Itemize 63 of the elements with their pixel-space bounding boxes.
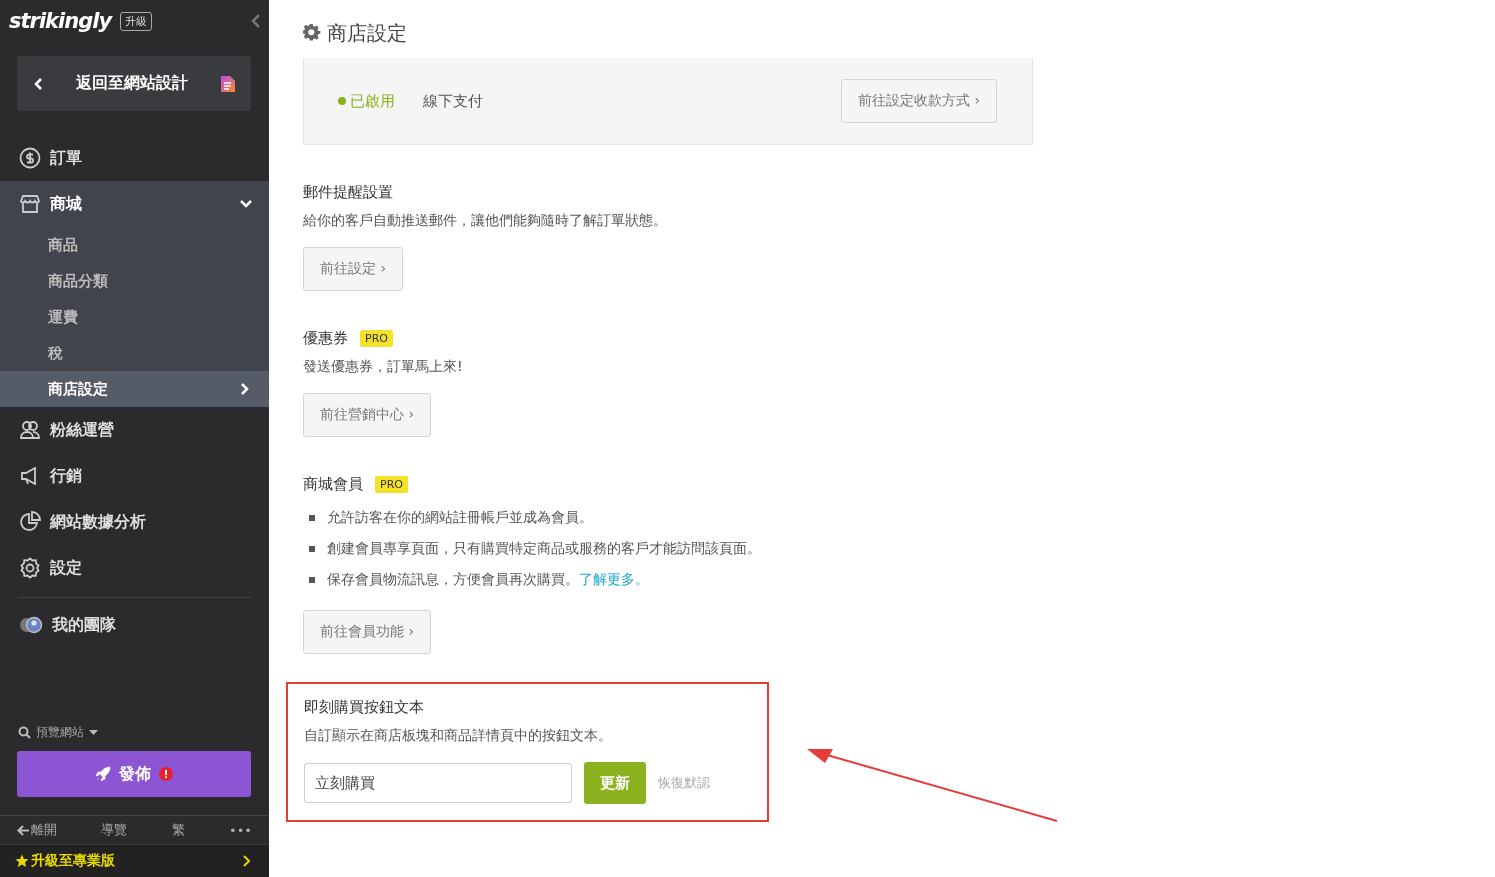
team-nav-item[interactable]: 我的團隊 [0,602,269,648]
pro-badge: PRO [360,330,393,347]
pie-chart-icon [19,511,41,533]
nav-subitem[interactable]: 運費 [0,299,269,335]
preview-site-dropdown[interactable]: 預覽網站 [0,724,269,741]
payment-method: 線下支付 [423,91,483,111]
upgrade-pro-link[interactable]: 升級至專業版 [0,844,269,877]
upgrade-badge[interactable]: 升級 [120,11,153,31]
caret-down-icon [89,729,98,736]
bullet-marker [309,546,315,552]
settings-icon [19,557,41,579]
section-title: 優惠券 [303,329,348,348]
dollar-icon [19,147,41,169]
bullet-marker [309,515,315,521]
search-icon [18,726,31,739]
settings-icon [303,24,321,42]
nav-subitem[interactable]: 稅 [0,335,269,371]
nav-item[interactable]: 網站數據分析 [0,499,269,545]
collapse-icon[interactable] [251,14,261,28]
chevron-right-icon [242,854,251,868]
section-description: 自訂顯示在商店板塊和商品詳情頁中的按鈕文本。 [304,727,613,745]
section-button[interactable]: 前往會員功能 › [303,610,432,654]
star-icon [15,854,29,868]
nav-subitem[interactable]: 商品分類 [0,263,269,299]
publish-button[interactable]: 發佈 ! [17,751,251,797]
strikingly-logo[interactable]: strikingly [9,9,112,33]
footer-link[interactable]: 繁 [171,821,185,839]
nav-item[interactable]: 行銷 [0,453,269,499]
store-icon [19,193,41,215]
bullet-marker [309,577,315,583]
section-title: 郵件提醒設置 [303,183,393,202]
footer-link[interactable]: 導覽 [101,821,128,839]
button-text-input[interactable]: 立刻購買 [304,763,572,803]
footer-link[interactable]: 離開 [17,821,57,839]
bullet-text: 創建會員專享頁面，只有購買特定商品或服務的客戶才能訪問該頁面。 [327,540,761,556]
nav-item[interactable]: 訂單 [0,135,269,181]
payment-settings-button[interactable]: 前往設定收款方式 › [840,79,997,123]
section-button[interactable]: 前往設定 › [303,247,404,291]
nav-item[interactable]: 設定 [0,545,269,591]
nav-subitem[interactable]: 商店設定 [0,371,269,407]
pro-badge: PRO [375,476,408,493]
team-avatars-icon [19,616,43,634]
nav-subitem[interactable]: 商品 [0,227,269,263]
back-to-design-button[interactable]: 返回至網站設計 [17,56,251,111]
rocket-icon [95,766,111,782]
nav-item[interactable]: 商城 [0,181,269,227]
chevron-right-icon [239,382,251,396]
section-title: 即刻購買按鈕文本 [304,698,424,717]
people-icon [19,419,41,441]
page-icon [221,75,235,92]
bullet-text: 允許訪客在你的網站註冊帳戶並成為會員。 [327,509,593,525]
nav-item[interactable]: 粉絲運營 [0,407,269,453]
alert-badge: ! [159,767,173,781]
section-button[interactable]: 前往營銷中心 › [303,393,432,437]
footer-link[interactable]: ••• [229,821,252,839]
section-description: 發送優惠券，訂單馬上來! [303,358,464,376]
arrow-left-icon [17,824,29,836]
page-title: 商店設定 [303,20,1495,46]
chevron-left-icon [33,76,43,91]
bullet-text: 保存會員物流訊息，方便會員再次購買。 [327,571,579,587]
enabled-status: 已啟用 [338,91,395,111]
section-description: 給你的客戶自動推送郵件，讓他們能夠隨時了解訂單狀態。 [303,212,668,230]
section-title: 商城會員 [303,475,363,494]
